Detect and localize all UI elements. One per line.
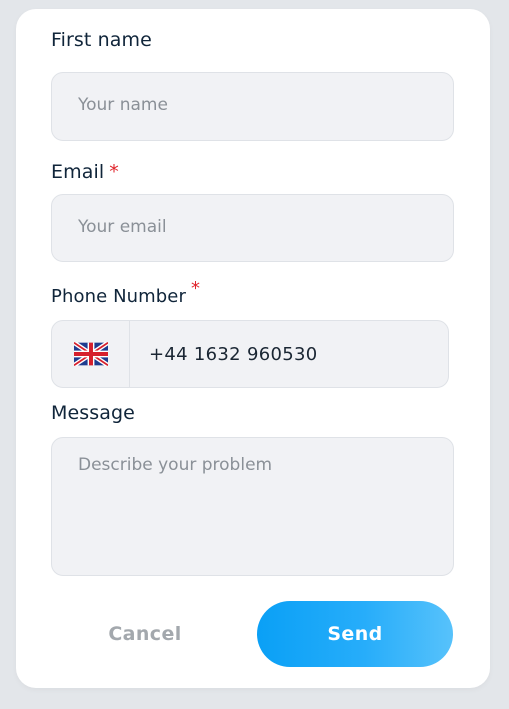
send-button[interactable]: Send: [257, 601, 453, 667]
phone-field: +44 1632 960530: [51, 320, 449, 388]
email-label-text: Email: [51, 161, 105, 183]
phone-required-mark: *: [191, 278, 201, 299]
message-placeholder: Describe your problem: [78, 455, 273, 475]
contact-form-card: First name Your name Email * Your email P…: [16, 9, 490, 688]
message-label: Message: [51, 402, 135, 424]
email-placeholder: Your email: [78, 217, 167, 237]
message-label-text: Message: [51, 402, 135, 424]
message-textarea[interactable]: Describe your problem: [51, 437, 454, 576]
email-label: Email *: [51, 161, 119, 183]
first-name-label: First name: [51, 29, 152, 51]
phone-label-text: Phone Number: [51, 286, 186, 307]
first-name-placeholder: Your name: [78, 95, 168, 115]
phone-input[interactable]: +44 1632 960530: [149, 321, 317, 387]
first-name-label-text: First name: [51, 29, 152, 51]
cancel-button[interactable]: Cancel: [86, 601, 204, 667]
email-required-mark: *: [109, 161, 119, 183]
phone-label: Phone Number *: [51, 278, 200, 307]
country-selector[interactable]: [52, 321, 130, 387]
first-name-input[interactable]: Your name: [51, 72, 454, 141]
email-input[interactable]: Your email: [51, 194, 454, 262]
uk-flag-icon: [73, 342, 108, 366]
